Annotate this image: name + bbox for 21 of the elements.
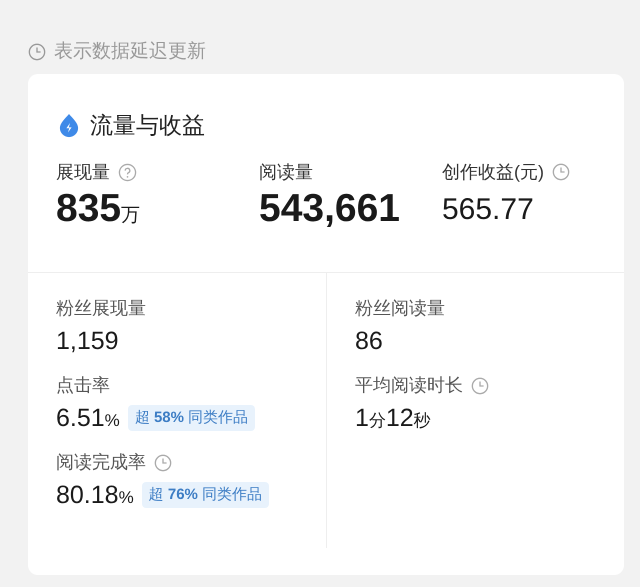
metric-value: 80.18% [56,480,134,510]
metric-label: 平均阅读时长 [355,374,463,397]
metric-value: 6.51% [56,403,120,433]
metric-label: 创作收益(元) [442,160,544,184]
metric-value: 1分12秒 [355,403,431,433]
metric-value: 1,159 [56,326,119,356]
metric-label: 粉丝展现量 [56,297,146,320]
clock-icon [28,43,46,61]
comparison-tag: 超 76% 同类作品 [142,482,270,508]
metric-label: 点击率 [56,374,110,397]
notice-text: 表示数据延迟更新 [54,40,206,64]
metric-label: 粉丝阅读量 [355,297,445,320]
metric-value: 86 [355,326,383,356]
metric-label: 阅读量 [259,160,313,184]
metric-value: 543,661 [259,186,401,232]
metric-label: 阅读完成率 [56,451,146,474]
card-title: 流量与收益 [90,111,205,140]
metric-value: 835万 [56,186,142,232]
metric-label: 展现量 [56,160,110,184]
comparison-tag: 超 58% 同类作品 [128,404,256,432]
metric-value: 565.77 [442,192,535,228]
